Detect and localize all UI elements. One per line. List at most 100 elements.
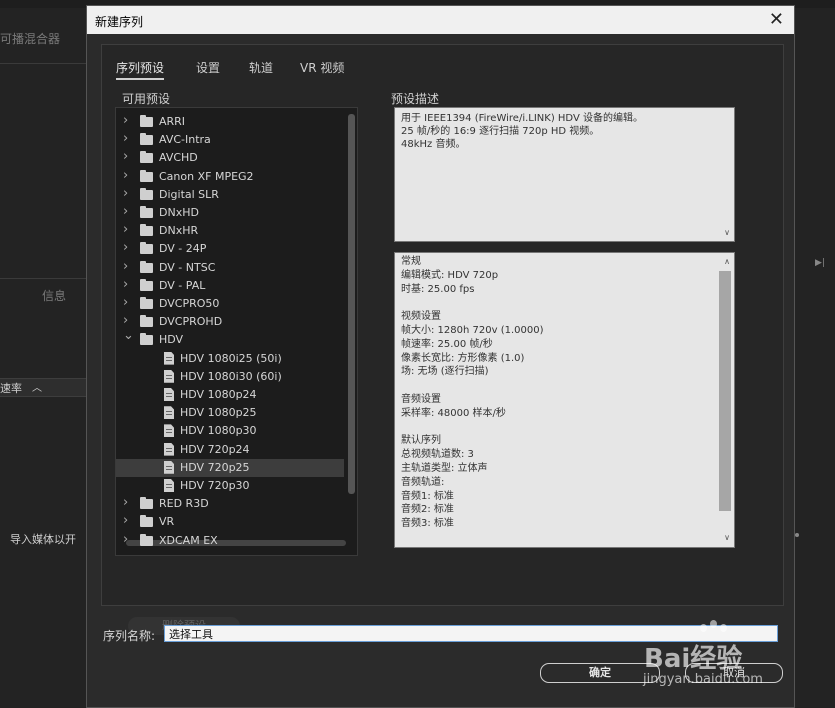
preset-details-box: ∧ 常规 编辑模式: HDV 720p 时基: 25.00 fps 视频设置 帧大… bbox=[394, 252, 735, 548]
handle-dot[interactable] bbox=[795, 533, 799, 537]
tree-preset-item[interactable]: HDV 1080p30 bbox=[116, 422, 344, 440]
tree-folder[interactable]: › AVCHD bbox=[116, 149, 344, 167]
folder-icon bbox=[140, 515, 153, 528]
folder-icon bbox=[140, 260, 153, 273]
tree-preset-item[interactable]: HDV 1080p24 bbox=[116, 386, 344, 404]
detail-line: 音频1: 标准 bbox=[401, 490, 454, 502]
close-icon[interactable]: ✕ bbox=[769, 9, 784, 30]
dialog-content: 序列预设 设置 轨道 VR 视频 可用预设 预设描述 › ARRI › AVC-Int… bbox=[101, 44, 784, 635]
tree-preset-item[interactable]: HDV 1080i30 (60i) bbox=[116, 368, 344, 386]
play-icon[interactable]: ▶| bbox=[815, 258, 825, 268]
tree-folder[interactable]: › AVC-Intra bbox=[116, 131, 344, 149]
chevron-right-icon[interactable]: › bbox=[123, 258, 128, 276]
tab-settings[interactable]: 设置 bbox=[196, 59, 220, 76]
tree-preset-item[interactable]: HDV 1080p25 bbox=[116, 404, 344, 422]
chevron-right-icon[interactable]: › bbox=[123, 130, 128, 148]
tab-sequence-presets[interactable]: 序列预设 bbox=[116, 59, 165, 80]
available-presets-label: 可用预设 bbox=[122, 92, 171, 106]
detail-line: 总视频轨道数: 3 bbox=[401, 449, 474, 461]
chevron-down-icon[interactable]: ⌄ bbox=[123, 327, 134, 345]
chevron-right-icon[interactable]: › bbox=[123, 185, 128, 203]
chevron-right-icon[interactable]: › bbox=[123, 531, 128, 549]
tree-folder[interactable]: › XDCAM EX bbox=[116, 532, 344, 550]
rate-column-label: 速率 bbox=[0, 382, 22, 395]
tree-vertical-scrollbar[interactable] bbox=[348, 114, 355, 494]
sort-up-icon: ︿ bbox=[32, 383, 42, 394]
tree-item-label: Canon XF MPEG2 bbox=[159, 169, 254, 183]
preset-tree[interactable]: › ARRI › AVC-Intra › AVCHD › Canon XF MPEG2 › Dig… bbox=[115, 107, 358, 556]
tree-preset-item[interactable]: HDV 720p24 bbox=[116, 441, 344, 459]
rate-column-header[interactable]: 速率 ︿ bbox=[0, 378, 86, 397]
chevron-right-icon[interactable]: › bbox=[123, 221, 128, 239]
tree-folder[interactable]: › DNxHD bbox=[116, 204, 344, 222]
left-panel: 可播混合器 信息 速率 ︿ 导入媒体以开 bbox=[0, 8, 86, 708]
detail-line: 帧速率: 25.00 帧/秒 bbox=[401, 338, 493, 350]
tree-folder[interactable]: › DV - NTSC bbox=[116, 259, 344, 277]
chevron-right-icon[interactable]: › bbox=[123, 494, 128, 512]
tree-folder[interactable]: › DVCPROHD bbox=[116, 313, 344, 331]
folder-icon bbox=[140, 333, 153, 346]
tree-item-label: DNxHR bbox=[159, 224, 199, 238]
chevron-right-icon[interactable]: › bbox=[123, 276, 128, 294]
chevron-right-icon[interactable]: › bbox=[123, 167, 128, 185]
panel-divider bbox=[0, 278, 86, 279]
detail-line: 音频3: 标准 bbox=[401, 518, 454, 530]
tree-item-label: HDV 1080p25 bbox=[180, 406, 257, 420]
folder-icon bbox=[140, 151, 153, 164]
chevron-right-icon[interactable]: › bbox=[123, 148, 128, 166]
detail-line: 编辑模式: HDV 720p bbox=[401, 269, 499, 281]
details-scrollbar-thumb[interactable] bbox=[719, 271, 731, 511]
chevron-up-icon[interactable]: ∧ bbox=[724, 255, 730, 269]
tree-folder[interactable]: › VR bbox=[116, 513, 344, 531]
tree-preset-item[interactable]: HDV 720p25 bbox=[116, 458, 344, 477]
tree-item-label: RED R3D bbox=[159, 497, 209, 511]
detail-line: 采样率: 48000 样本/秒 bbox=[401, 407, 506, 419]
chevron-down-icon[interactable]: ∨ bbox=[724, 531, 730, 545]
tree-folder[interactable]: › Canon XF MPEG2 bbox=[116, 168, 344, 186]
tree-preset-item[interactable]: HDV 720p30 bbox=[116, 477, 344, 495]
tree-item-label: HDV 1080i25 (50i) bbox=[180, 351, 282, 365]
tab-vr-video[interactable]: VR 视频 bbox=[300, 59, 344, 76]
tree-folder[interactable]: › ARRI bbox=[116, 113, 344, 131]
folder-icon bbox=[140, 206, 153, 218]
baidu-watermark: Bai经验 jingyan.baidu.com bbox=[640, 620, 810, 690]
audio-mixer-tab[interactable]: 可播混合器 bbox=[0, 30, 60, 47]
tab-tracks[interactable]: 轨道 bbox=[249, 59, 273, 76]
detail-line bbox=[401, 421, 728, 435]
chevron-down-icon[interactable]: ∨ bbox=[724, 226, 730, 239]
tree-item-label: DV - NTSC bbox=[159, 260, 216, 274]
detail-line: 音频轨道: bbox=[401, 476, 445, 488]
dialog-title: 新建序列 bbox=[95, 15, 144, 29]
tree-folder[interactable]: › Digital SLR bbox=[116, 186, 344, 204]
description-line: 48kHz 音频。 bbox=[401, 139, 466, 150]
paw-icon bbox=[720, 624, 727, 632]
detail-line: 帧大小: 1280h 720v (1.0000) bbox=[401, 324, 544, 336]
chevron-right-icon[interactable]: › bbox=[123, 512, 128, 530]
folder-icon bbox=[140, 497, 153, 510]
folder-icon bbox=[140, 187, 153, 200]
new-sequence-dialog: 新建序列 ✕ 序列预设 设置 轨道 VR 视频 可用预设 预设描述 › ARRI ›… bbox=[86, 5, 795, 708]
preset-file-icon bbox=[164, 351, 174, 365]
tree-item-label: HDV 1080p30 bbox=[180, 424, 257, 438]
dialog-titlebar[interactable]: 新建序列 ✕ bbox=[87, 6, 794, 34]
tree-folder[interactable]: › RED R3D bbox=[116, 495, 344, 513]
tree-folder[interactable]: › DV - 24P bbox=[116, 240, 344, 258]
tree-preset-item[interactable]: HDV 1080i25 (50i) bbox=[116, 350, 344, 368]
detail-line: 音频设置 bbox=[401, 393, 441, 405]
chevron-right-icon[interactable]: › bbox=[123, 294, 128, 312]
tree-folder[interactable]: ⌄ HDV bbox=[116, 328, 344, 349]
tree-folder[interactable]: › DNxHR bbox=[116, 222, 344, 240]
chevron-right-icon[interactable]: › bbox=[123, 239, 128, 257]
tree-folder[interactable]: › DV - PAL bbox=[116, 277, 344, 295]
tree-item-label: DVCPRO50 bbox=[159, 297, 220, 310]
chevron-right-icon[interactable]: › bbox=[123, 203, 128, 221]
preset-file-icon bbox=[164, 424, 174, 438]
tree-folder[interactable]: › DVCPRO50 bbox=[116, 295, 344, 313]
tree-item-label: HDV 720p30 bbox=[180, 479, 250, 492]
info-tab[interactable]: 信息 bbox=[42, 287, 66, 304]
detail-line bbox=[401, 296, 728, 310]
detail-line: 音频2: 标准 bbox=[401, 504, 454, 516]
chevron-right-icon[interactable]: › bbox=[123, 112, 128, 130]
preset-file-icon bbox=[164, 460, 174, 474]
sequence-name-label: 序列名称: bbox=[103, 629, 156, 643]
